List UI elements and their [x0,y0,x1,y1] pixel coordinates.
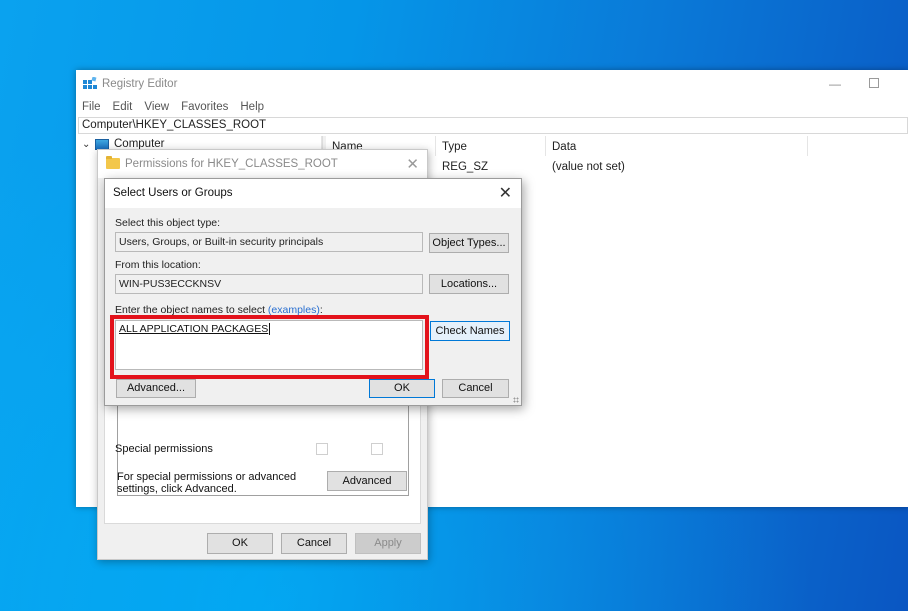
close-icon[interactable]: ✕ [406,155,419,173]
registry-editor-icon [83,77,97,89]
address-bar[interactable]: Computer\HKEY_CLASSES_ROOT [78,117,908,134]
object-type-label: Select this object type: [115,217,221,229]
location-field: WIN-PUS3ECCKNSV [115,274,423,294]
object-types-button[interactable]: Object Types... [429,233,509,253]
check-names-button[interactable]: Check Names [430,321,510,341]
menu-favorites[interactable]: Favorites [175,98,234,116]
resize-grip[interactable] [513,397,519,403]
minimize-button[interactable]: — [828,74,842,94]
column-header-type[interactable]: Type [436,136,546,156]
location-label: From this location: [115,259,201,271]
apply-button: Apply [355,533,421,554]
dialog-title: Select Users or Groups [113,187,233,199]
title-bar: Registry Editor — [76,70,908,98]
value-data: (value not set) [552,161,625,173]
deny-checkbox[interactable] [371,443,383,455]
dialog-title: Permissions for HKEY_CLASSES_ROOT [125,158,338,170]
cancel-button[interactable]: Cancel [442,379,509,398]
menu-file[interactable]: File [76,98,107,116]
ok-button[interactable]: OK [207,533,273,554]
allow-checkbox[interactable] [316,443,328,455]
dialog-title-bar: Permissions for HKEY_CLASSES_ROOT ✕ [98,150,427,178]
advanced-note: For special permissions or advanced sett… [117,471,297,495]
close-icon[interactable]: ✕ [499,183,512,203]
chevron-down-icon[interactable]: ⌄ [82,139,92,150]
advanced-button[interactable]: Advanced [327,471,407,491]
maximize-button[interactable] [869,78,879,88]
special-permissions-label: Special permissions [115,443,213,455]
dialog-title-bar: Select Users or Groups ✕ [105,179,521,208]
object-type-field: Users, Groups, or Built-in security prin… [115,232,423,252]
window-title: Registry Editor [102,78,178,90]
computer-icon [95,138,109,150]
menu-edit[interactable]: Edit [107,98,139,116]
locations-button[interactable]: Locations... [429,274,509,294]
menu-help[interactable]: Help [234,98,270,116]
menu-view[interactable]: View [138,98,175,116]
value-type: REG_SZ [442,161,489,173]
column-header-data[interactable]: Data [546,136,808,156]
folder-icon [106,156,120,169]
ok-button[interactable]: OK [369,379,435,398]
cancel-button[interactable]: Cancel [281,533,347,554]
menu-bar: File Edit View Favorites Help [76,98,908,116]
highlight-box [110,315,429,379]
advanced-button[interactable]: Advanced... [116,379,196,398]
